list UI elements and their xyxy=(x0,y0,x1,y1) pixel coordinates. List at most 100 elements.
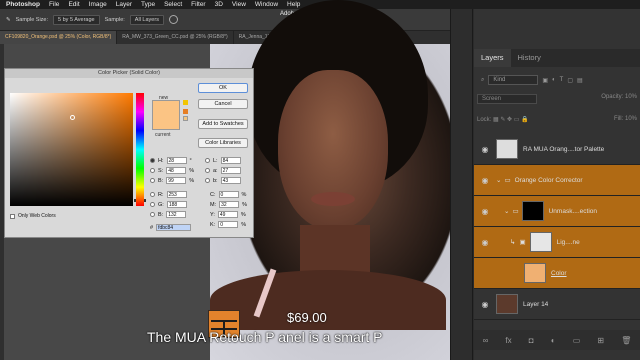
lock-icons[interactable]: ▦ ✎ ✥ ▭ 🔒 xyxy=(493,117,529,123)
doc-tab-green[interactable]: RA_MW_373_Green_CC.psd @ 25% (RGB/8*) xyxy=(117,31,234,44)
red-field[interactable]: 253 xyxy=(166,191,187,198)
brightness-row: B: 99% xyxy=(150,177,194,184)
s-label: S: xyxy=(158,167,164,174)
link-icon[interactable]: ∞ xyxy=(483,336,489,345)
menu-type[interactable]: Type xyxy=(141,1,155,8)
eye-icon[interactable]: ◉ xyxy=(474,238,496,247)
menu-help[interactable]: Help xyxy=(287,1,300,8)
filter-smart-icon[interactable]: ▤ xyxy=(577,77,583,84)
tab-layers[interactable]: Layers xyxy=(474,49,511,67)
cyan-field[interactable]: 0 xyxy=(218,191,239,198)
cyan-row: C: 0% xyxy=(210,191,246,198)
brightness-radio[interactable] xyxy=(150,178,155,183)
blue-row: B: 132 xyxy=(150,211,187,218)
menu-file[interactable]: File xyxy=(49,1,59,8)
lb-label: b: xyxy=(213,177,218,184)
lab-b-field[interactable]: 43 xyxy=(220,177,241,184)
lab-a-radio[interactable] xyxy=(205,168,210,173)
eye-icon[interactable]: ◉ xyxy=(474,145,496,154)
hex-field[interactable]: fdbc84 xyxy=(156,224,192,231)
blend-mode-select[interactable]: Screen xyxy=(477,94,537,104)
new-layer-icon[interactable]: ⊞ xyxy=(597,336,604,345)
layer-row[interactable]: ◉ Layer 14 xyxy=(474,289,640,320)
layer-row[interactable]: ◉ ↳ ▣ Lig....ne xyxy=(474,227,640,258)
filter-shape-icon[interactable]: ▢ xyxy=(567,77,573,84)
saturation-unit: % xyxy=(189,167,195,174)
lab-a-field[interactable]: 27 xyxy=(220,167,241,174)
brightness-field[interactable]: 99 xyxy=(166,177,187,184)
color-libraries-button[interactable]: Color Libraries xyxy=(198,138,248,148)
trash-icon[interactable]: 🗑 xyxy=(621,336,631,345)
mask-icon[interactable]: ◘ xyxy=(529,336,534,345)
eyedropper-icon[interactable]: ✎ xyxy=(6,17,11,23)
layer-row[interactable]: Color xyxy=(474,258,640,289)
eye-icon[interactable]: ◉ xyxy=(474,176,496,185)
layer-row[interactable]: ◉ ⌄ ▭ Unmask....ection xyxy=(474,196,640,227)
red-radio[interactable] xyxy=(150,192,155,197)
menu-window[interactable]: Window xyxy=(255,1,278,8)
gamut-swatch-icon[interactable] xyxy=(183,109,188,114)
menu-view[interactable]: View xyxy=(232,1,246,8)
eye-icon[interactable]: ◉ xyxy=(474,300,496,309)
yellow-field[interactable]: 49 xyxy=(217,211,238,218)
green-field[interactable]: 188 xyxy=(166,201,187,208)
menu-filter[interactable]: Filter xyxy=(191,1,205,8)
fill-field[interactable]: 10% xyxy=(625,116,637,122)
green-radio[interactable] xyxy=(150,202,155,207)
adjustment-icon: ▣ xyxy=(519,239,526,246)
hue-slider[interactable] xyxy=(136,93,144,206)
black-field[interactable]: 0 xyxy=(218,221,239,228)
opacity-field[interactable]: 10% xyxy=(625,94,637,100)
menu-3d[interactable]: 3D xyxy=(215,1,223,8)
filter-type-icon[interactable]: T xyxy=(560,77,564,83)
black-row: K: 0% xyxy=(210,221,246,228)
layers-bottom-bar: ∞ fx ◘ ◐ ▭ ⊞ 🗑 xyxy=(474,330,640,350)
hue-slider-handle[interactable] xyxy=(134,199,146,202)
lab-b-radio[interactable] xyxy=(205,178,210,183)
menu-image[interactable]: Image xyxy=(89,1,107,8)
cancel-button[interactable]: Cancel xyxy=(198,99,248,109)
lock-label: Lock: xyxy=(477,117,492,123)
sample-select[interactable]: All Layers xyxy=(129,14,164,25)
tab-history[interactable]: History xyxy=(511,49,548,67)
hue-field[interactable]: 28 xyxy=(166,157,187,164)
web-safe-icon[interactable] xyxy=(183,116,188,121)
ok-button[interactable]: OK xyxy=(198,83,248,93)
layer-row[interactable]: ◉ RA MUA Orang....tor Palette xyxy=(474,134,640,165)
gamut-warning-icon[interactable] xyxy=(183,100,188,105)
filter-adjustment-icon[interactable]: ◐ xyxy=(552,77,556,83)
color-field[interactable] xyxy=(10,93,133,206)
sample-ring-icon[interactable] xyxy=(168,15,178,24)
menu-layer[interactable]: Layer xyxy=(116,1,132,8)
sample-size-select[interactable]: 5 by 5 Average xyxy=(53,14,100,25)
saturation-radio[interactable] xyxy=(150,168,155,173)
menu-select[interactable]: Select xyxy=(164,1,182,8)
blue-radio[interactable] xyxy=(150,212,155,217)
eye-icon[interactable]: ◉ xyxy=(474,207,496,216)
lab-a-row: a: 27 xyxy=(205,167,241,174)
m-label: M: xyxy=(210,201,217,208)
kind-filter-select[interactable]: Kind xyxy=(488,75,539,85)
web-colors-checkbox[interactable] xyxy=(10,213,15,219)
color-field-marker[interactable] xyxy=(70,115,75,120)
lab-l-radio[interactable] xyxy=(205,158,210,163)
folder-icon[interactable]: ▭ xyxy=(573,336,581,345)
saturation-field[interactable]: 48 xyxy=(166,167,187,174)
menu-edit[interactable]: Edit xyxy=(68,1,79,8)
filter-pixel-icon[interactable]: ▣ xyxy=(542,77,548,84)
add-to-swatches-button[interactable]: Add to Swatches xyxy=(198,119,248,129)
lab-l-field[interactable]: 84 xyxy=(220,157,241,164)
hue-radio[interactable] xyxy=(150,158,155,163)
chevron-down-icon[interactable]: ⌄ xyxy=(504,207,509,215)
hue-unit: ° xyxy=(189,157,192,164)
a-label: a: xyxy=(213,167,218,174)
fx-icon[interactable]: fx xyxy=(505,336,511,345)
web-colors-option[interactable]: Only Web Colors xyxy=(10,213,56,219)
doc-tab-orange[interactable]: CF109820_Orange.psd @ 25% (Color, RGB/8*… xyxy=(0,31,118,44)
magenta-field[interactable]: 32 xyxy=(219,201,240,208)
chevron-down-icon[interactable]: ⌄ xyxy=(496,176,501,184)
adjustment-icon[interactable]: ◐ xyxy=(551,336,556,345)
layer-row[interactable]: ◉ ⌄ ▭ Orange Color Corrector xyxy=(474,165,640,196)
blue-field[interactable]: 132 xyxy=(166,211,187,218)
dialog-title: Color Picker (Solid Color) xyxy=(5,69,253,78)
